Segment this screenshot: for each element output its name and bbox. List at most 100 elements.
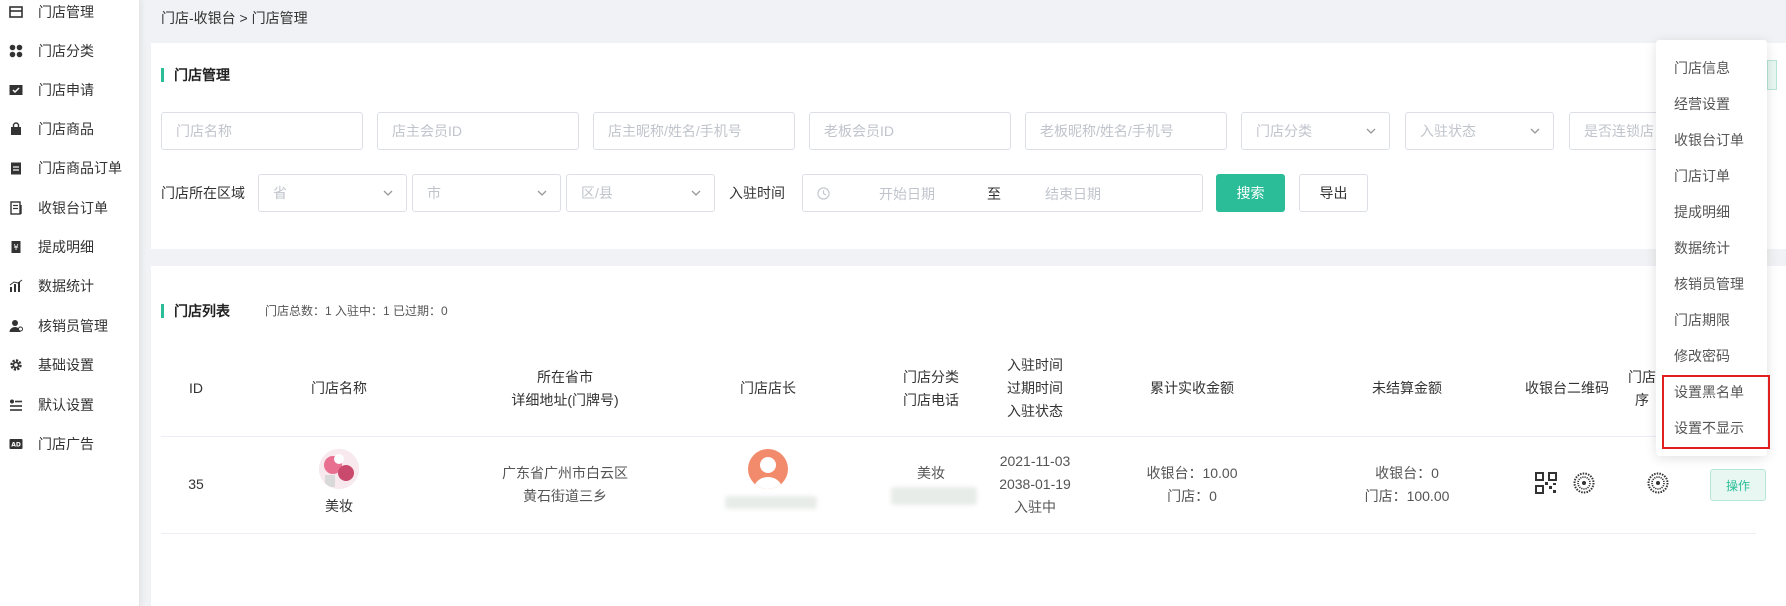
chevron-down-icon bbox=[1366, 128, 1376, 134]
menu-item-cashier-orders[interactable]: 收银台订单 bbox=[1656, 122, 1767, 158]
menu-item-store-orders[interactable]: 门店订单 bbox=[1656, 158, 1767, 194]
store-category-select[interactable]: 门店分类 bbox=[1241, 112, 1390, 150]
menu-item-statistics[interactable]: 数据统计 bbox=[1656, 230, 1767, 266]
cell-unsettled-cashier: 收银台：0 bbox=[1375, 465, 1439, 481]
bag-icon bbox=[8, 121, 24, 137]
menu-item-verifier-management[interactable]: 核销员管理 bbox=[1656, 266, 1767, 302]
city-select[interactable]: 市 bbox=[412, 174, 561, 212]
owner-nickname-input[interactable]: 店主昵称/姓名/手机号 bbox=[593, 112, 795, 150]
sidebar-item-store-products[interactable]: 门店商品 bbox=[0, 109, 140, 149]
cell-expire-time: 2038-01-19 bbox=[999, 476, 1071, 492]
receipt-icon bbox=[8, 200, 24, 216]
gear-icon bbox=[8, 357, 24, 373]
owner-member-id-input[interactable]: 店主会员ID bbox=[377, 112, 579, 150]
menu-item-business-settings[interactable]: 经营设置 bbox=[1656, 86, 1767, 122]
start-date-input[interactable]: 开始日期 bbox=[879, 184, 935, 204]
col-header-phone: 门店电话 bbox=[903, 392, 959, 408]
select-placeholder: 市 bbox=[427, 185, 441, 201]
sidebar-item-label: 门店商品 bbox=[38, 121, 94, 137]
col-header-id: ID bbox=[189, 380, 203, 396]
boss-nickname-input[interactable]: 老板昵称/姓名/手机号 bbox=[1025, 112, 1227, 150]
title-accent-bar bbox=[161, 68, 164, 82]
sidebar-item-store-application[interactable]: 门店申请 bbox=[0, 70, 140, 110]
cell-category: 美妆 bbox=[917, 465, 945, 481]
sidebar-item-label: 收银台订单 bbox=[38, 200, 108, 216]
store-name-input[interactable]: 门店名称 bbox=[161, 112, 363, 150]
boss-member-id-input[interactable]: 老板会员ID bbox=[809, 112, 1011, 150]
sidebar-item-verifier-management[interactable]: 核销员管理 bbox=[0, 306, 140, 346]
folder-check-icon bbox=[8, 82, 24, 98]
chevron-down-icon bbox=[1530, 128, 1540, 134]
menu-item-change-password[interactable]: 修改密码 bbox=[1656, 338, 1767, 374]
breadcrumb: 门店-收银台 > 门店管理 bbox=[161, 10, 308, 26]
store-stats: 门店总数：1 入驻中：1 已过期：0 bbox=[265, 304, 448, 318]
menu-item-commission[interactable]: 提成明细 bbox=[1656, 194, 1767, 230]
chevron-down-icon bbox=[383, 190, 393, 196]
sidebar-item-label: 默认设置 bbox=[38, 397, 94, 413]
col-header-name: 门店名称 bbox=[311, 380, 367, 396]
select-placeholder: 区/县 bbox=[581, 185, 613, 201]
sidebar-item-commission[interactable]: ¥ 提成明细 bbox=[0, 227, 140, 267]
filter-title-text: 门店管理 bbox=[174, 67, 230, 83]
sidebar-item-store-management[interactable]: 门店管理 bbox=[0, 0, 140, 32]
col-header-total-received: 累计实收金额 bbox=[1150, 380, 1234, 396]
sidebar-item-label: 提成明细 bbox=[38, 239, 94, 255]
manager-name-redacted bbox=[725, 496, 817, 509]
sidebar: 门店管理 门店分类 门店申请 门店商品 门店商品订单 收银台订单 ¥ 提成明细 … bbox=[0, 0, 140, 606]
qrcode-icon[interactable] bbox=[1535, 472, 1557, 494]
cell-received-cashier: 收银台：10.00 bbox=[1146, 465, 1238, 481]
select-placeholder: 省 bbox=[273, 185, 287, 201]
sidebar-item-statistics[interactable]: 数据统计 bbox=[0, 266, 140, 306]
menu-item-store-term[interactable]: 门店期限 bbox=[1656, 302, 1767, 338]
action-button[interactable]: 操作 bbox=[1710, 469, 1766, 501]
sidebar-item-label: 门店管理 bbox=[38, 4, 94, 20]
join-time-label: 入驻时间 bbox=[729, 185, 785, 201]
col-header-expire-time: 过期时间 bbox=[1007, 380, 1063, 396]
cell-id: 35 bbox=[188, 476, 204, 492]
col-header-join-time: 入驻时间 bbox=[1007, 357, 1063, 373]
table-divider bbox=[161, 436, 1756, 437]
sidebar-item-label: 基础设置 bbox=[38, 357, 94, 373]
cell-join-status: 入驻中 bbox=[1014, 499, 1056, 515]
date-range-picker[interactable]: 开始日期 至 结束日期 bbox=[802, 174, 1203, 212]
sidebar-item-default-settings[interactable]: 默认设置 bbox=[0, 385, 140, 425]
list-settings-icon bbox=[8, 397, 24, 413]
sidebar-item-basic-settings[interactable]: 基础设置 bbox=[0, 345, 140, 385]
sidebar-item-label: 核销员管理 bbox=[38, 318, 108, 334]
sidebar-item-cashier-orders[interactable]: 收银台订单 bbox=[0, 188, 140, 228]
category-icon bbox=[8, 43, 24, 59]
mini-program-code-icon[interactable] bbox=[1573, 472, 1595, 494]
store-mini-program-code-icon[interactable] bbox=[1647, 472, 1669, 494]
col-header-cashier-qr: 收银台二维码 bbox=[1525, 380, 1609, 396]
sidebar-item-label: 门店广告 bbox=[38, 436, 94, 452]
sidebar-item-label: 门店商品订单 bbox=[38, 160, 122, 176]
province-select[interactable]: 省 bbox=[258, 174, 407, 212]
store-avatar bbox=[319, 449, 359, 489]
end-date-input[interactable]: 结束日期 bbox=[1045, 184, 1101, 204]
store-phone-redacted bbox=[891, 487, 977, 505]
cell-address: 黄石街道三乡 bbox=[523, 488, 607, 504]
sidebar-item-store-ads[interactable]: AD 门店广告 bbox=[0, 424, 140, 464]
sidebar-item-label: 数据统计 bbox=[38, 278, 94, 294]
table-divider bbox=[161, 533, 1756, 534]
join-status-select[interactable]: 入驻状态 bbox=[1405, 112, 1554, 150]
sidebar-item-store-product-orders[interactable]: 门店商品订单 bbox=[0, 148, 140, 188]
cell-store-name: 美妆 bbox=[325, 498, 353, 514]
menu-item-store-info[interactable]: 门店信息 bbox=[1656, 50, 1767, 86]
district-select[interactable]: 区/县 bbox=[566, 174, 715, 212]
chevron-down-icon bbox=[691, 190, 701, 196]
clock-icon bbox=[817, 187, 830, 200]
manager-avatar bbox=[748, 449, 788, 489]
cell-unsettled-store: 门店：100.00 bbox=[1364, 488, 1450, 504]
col-header-join-status: 入驻状态 bbox=[1007, 403, 1063, 419]
sidebar-item-store-category[interactable]: 门店分类 bbox=[0, 31, 140, 71]
search-button[interactable]: 搜索 bbox=[1216, 174, 1285, 212]
col-header-city: 所在省市 bbox=[537, 369, 593, 385]
export-button[interactable]: 导出 bbox=[1299, 174, 1368, 212]
highlight-box bbox=[1662, 375, 1770, 449]
select-placeholder: 门店分类 bbox=[1256, 123, 1312, 139]
add-store-button-edge[interactable] bbox=[1767, 60, 1777, 90]
user-settings-icon bbox=[8, 318, 24, 334]
chart-icon bbox=[8, 278, 24, 294]
col-header-manager: 门店店长 bbox=[740, 380, 796, 396]
